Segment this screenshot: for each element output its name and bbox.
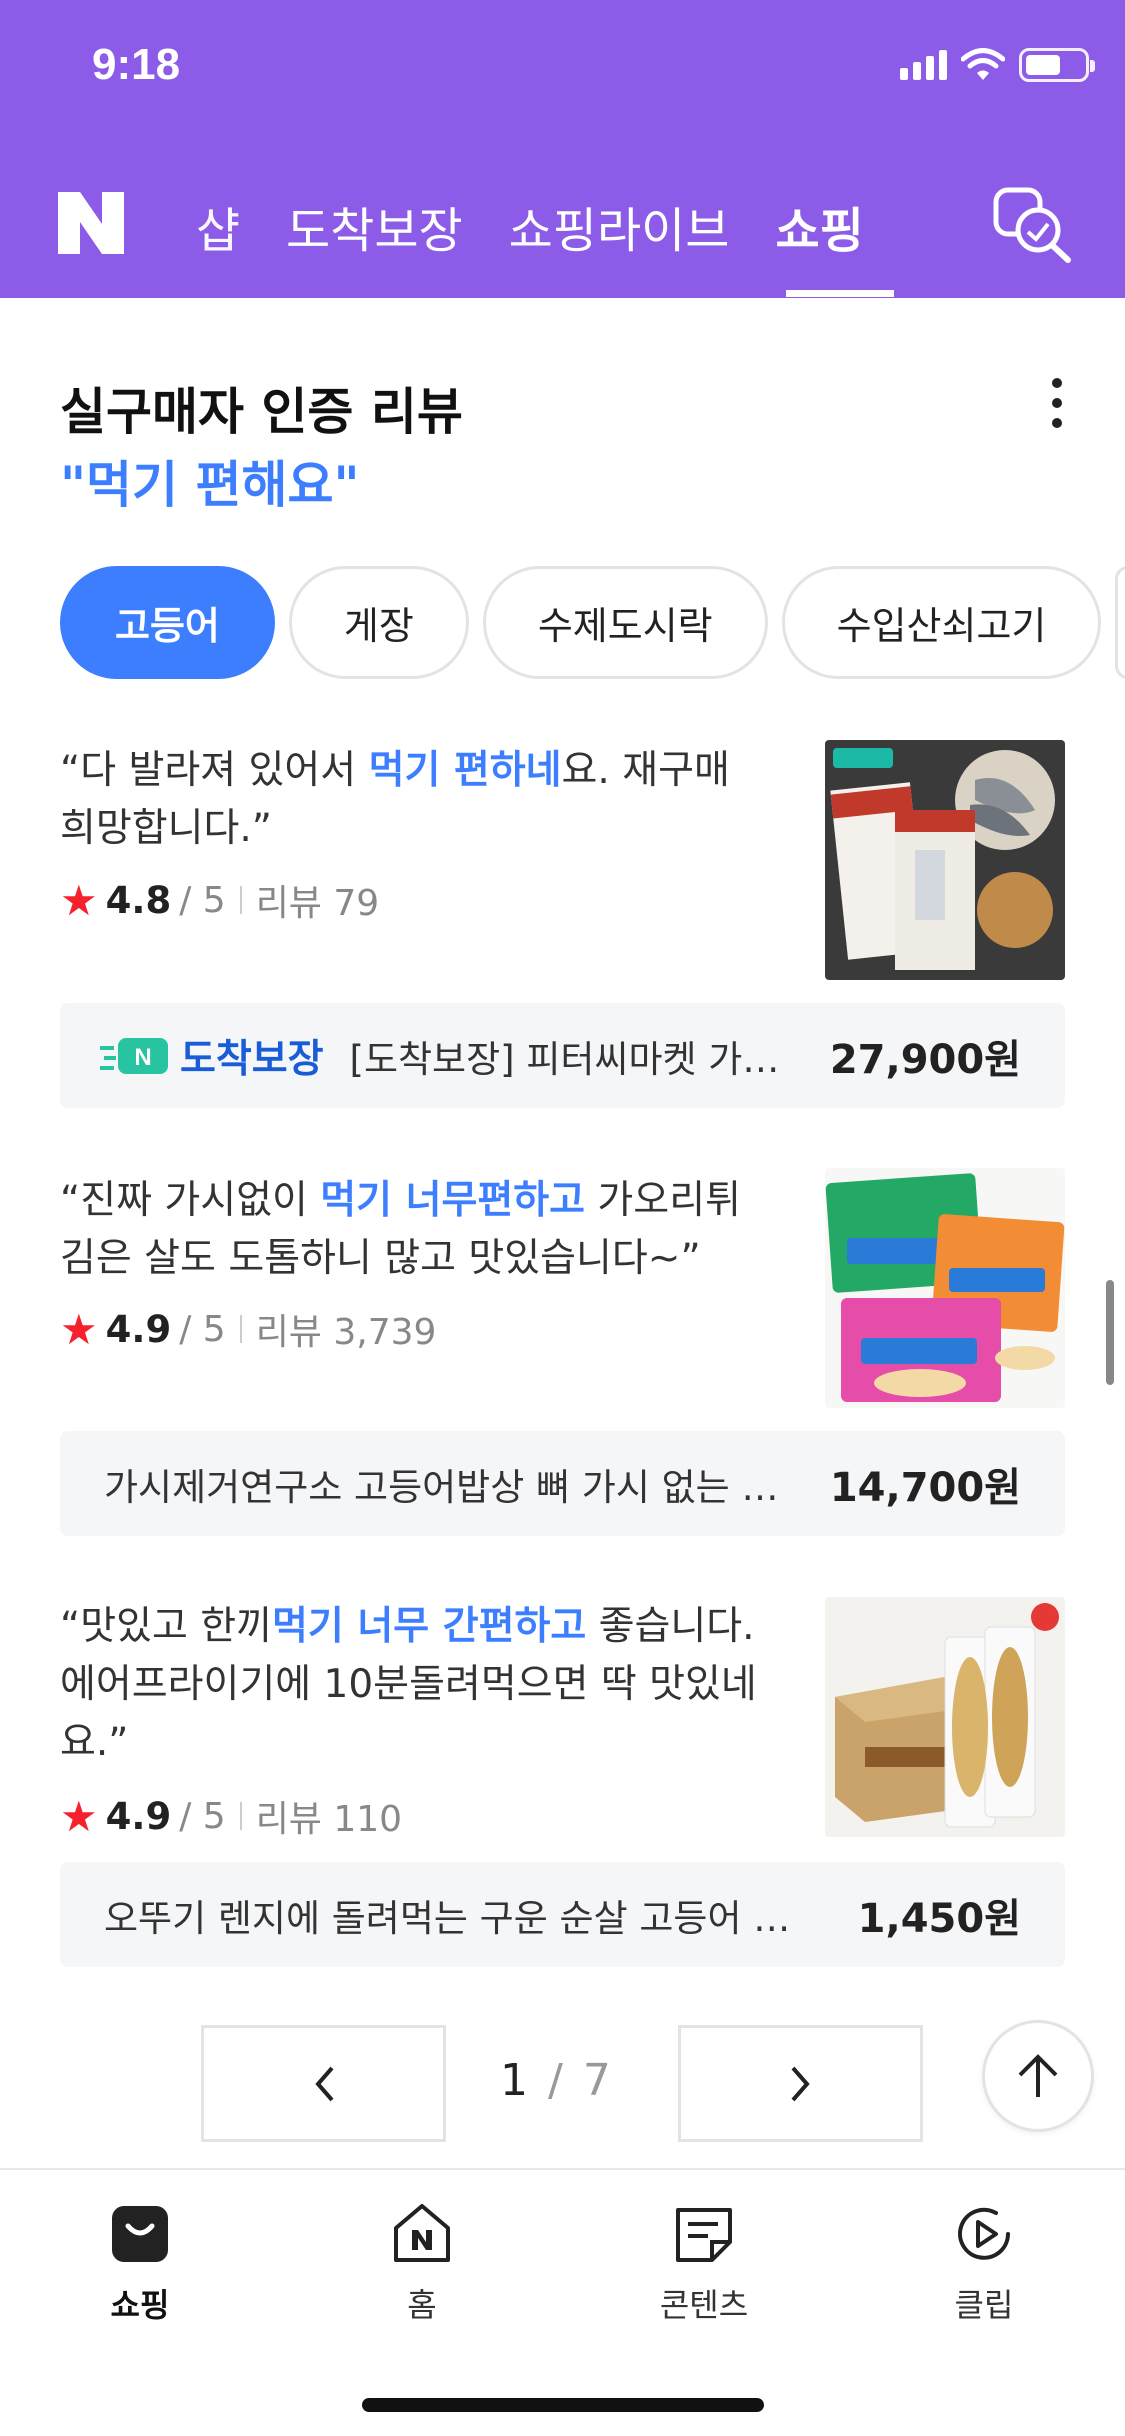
review-quote[interactable]: “다 발라져 있어서 먹기 편하네요. 재구매 희망합니다.”: [60, 742, 770, 858]
review-count: 리뷰 110: [255, 1799, 403, 1840]
tab-shopping-live[interactable]: 쇼핑라이브: [509, 191, 730, 261]
rating-max: / 5: [179, 1795, 226, 1837]
home-n-icon: [394, 2204, 450, 2262]
arrow-up-icon: [1018, 2054, 1058, 2097]
star-icon: ★: [60, 875, 98, 925]
rating-score: 4.9: [105, 1794, 172, 1838]
tab-arrival-guarantee[interactable]: 도착보장: [286, 191, 463, 261]
tab-bar-shopping[interactable]: 쇼핑: [60, 2202, 220, 2326]
total-pages: 7: [582, 2055, 611, 2106]
divider: [239, 886, 242, 914]
naver-n-logo[interactable]: [58, 192, 124, 254]
product-name: 오뚜기 렌지에 돌려먹는 구운 순살 고등어 구이: [104, 1896, 818, 1940]
quote-text: “다 발라져 있어서: [60, 748, 369, 793]
chip-crab[interactable]: 게장: [288, 566, 469, 679]
product-price: 14,700원: [829, 1464, 1021, 1511]
divider: [239, 1802, 242, 1830]
review-count: 리뷰 79: [255, 883, 380, 924]
quote-highlight: 먹기 너무편하고: [320, 1178, 586, 1223]
quote-text: “진짜 가시없이: [60, 1178, 321, 1223]
chevron-right-icon: [790, 2066, 810, 2101]
product-bar[interactable]: 가시제거연구소 고등어밥상 뼈 가시 없는 순살 고등어 14,700원: [60, 1431, 1065, 1536]
clip-play-icon: [958, 2207, 1010, 2260]
prev-page-button[interactable]: [201, 2025, 446, 2142]
chip-lunchbox[interactable]: 수제도시락: [482, 566, 768, 679]
rating-score: 4.9: [105, 1307, 172, 1351]
section-title: 실구매자 인증 리뷰: [60, 383, 463, 441]
star-icon: ★: [60, 1304, 98, 1354]
more-options-icon[interactable]: [1047, 378, 1067, 428]
section-subtitle: "먹기 편해요": [60, 456, 360, 514]
nav-tabs: 샵 도착보장 쇼핑라이브 쇼핑: [190, 186, 864, 266]
product-bar[interactable]: 오뚜기 렌지에 돌려먹는 구운 순살 고등어 구이 1,450원: [60, 1862, 1065, 1967]
product-name: 가시제거연구소 고등어밥상 뼈 가시 없는 순살 고등어: [104, 1465, 790, 1509]
chip-more-partial[interactable]: [1115, 566, 1125, 679]
review-quote[interactable]: “맛있고 한끼먹기 너무 간편하고 좋습니다. 에어프라이기에 10분돌려먹으면…: [60, 1598, 770, 1772]
top-nav: 샵 도착보장 쇼핑라이브 쇼핑: [0, 160, 1125, 297]
page-separator: /: [548, 2055, 563, 2106]
rating-row: ★ 4.9 / 5 리뷰 110: [60, 1790, 402, 1842]
product-thumbnail[interactable]: [825, 1597, 1065, 1837]
product-thumbnail[interactable]: [825, 1168, 1065, 1408]
rating-score: 4.8: [105, 878, 172, 922]
chip-mackerel[interactable]: 고등어: [60, 566, 275, 679]
app-header: 9:18 샵 도착보장 쇼핑라이브 쇼핑: [0, 0, 1125, 298]
product-thumbnail[interactable]: [825, 740, 1065, 980]
category-chips: 고등어 게장 수제도시락 수입산쇠고기: [60, 566, 1125, 679]
home-indicator: [362, 2398, 764, 2412]
product-price: 27,900원: [829, 1036, 1021, 1083]
chevron-left-icon: [314, 2066, 334, 2101]
chip-imported-beef[interactable]: 수입산쇠고기: [781, 566, 1102, 679]
page-indicator: 1 / 7: [500, 2055, 611, 2106]
current-page: 1: [500, 2055, 528, 2106]
rating-max: / 5: [179, 1308, 226, 1350]
badge-label: 도착보장: [180, 1036, 324, 1082]
scrollbar[interactable]: [1106, 1280, 1114, 1385]
rating-max: / 5: [179, 879, 226, 921]
tab-bar-label: 콘텐츠: [659, 2286, 749, 2324]
arrival-guarantee-badge: N 도착보장: [100, 1028, 324, 1084]
next-page-button[interactable]: [678, 2025, 923, 2142]
scroll-to-top-button[interactable]: [982, 2020, 1094, 2132]
quote-highlight: 먹기 너무 간편하고: [272, 1604, 587, 1649]
tab-bar-label: 쇼핑: [110, 2286, 170, 2324]
quote-highlight: 먹기 편하네: [368, 748, 562, 793]
product-price: 1,450원: [857, 1895, 1021, 1942]
bottom-tab-bar: 쇼핑 홈 콘텐츠 클립: [0, 2168, 1125, 2436]
lens-search-icon[interactable]: [990, 180, 1080, 270]
quote-text: “맛있고 한끼: [60, 1604, 273, 1649]
product-bar[interactable]: N 도착보장 [도착보장] 피터씨마켓 가시없는 순살 고등어 27,900원: [60, 1003, 1065, 1108]
divider: [239, 1315, 242, 1343]
review-quote[interactable]: “진짜 가시없이 먹기 너무편하고 가오리튀김은 살도 도톰하니 많고 맛있습니…: [60, 1172, 770, 1288]
contents-icon: [676, 2208, 732, 2262]
product-name: [도착보장] 피터씨마켓 가시없는 순살 고등어: [349, 1037, 790, 1081]
battery-icon: [1019, 48, 1095, 82]
delivery-truck-icon: N: [100, 1037, 168, 1074]
tab-bar-home[interactable]: 홈: [342, 2202, 502, 2326]
tab-bar-clip[interactable]: 클립: [904, 2202, 1064, 2326]
wifi-icon: [961, 48, 1005, 80]
active-tab-indicator: [786, 290, 894, 297]
tab-bar-label: 홈: [407, 2286, 437, 2324]
tab-bar-label: 클립: [954, 2286, 1014, 2324]
shopping-bag-icon: [112, 2206, 168, 2262]
svg-text:N: N: [134, 1044, 151, 1071]
tab-shopping[interactable]: 쇼핑: [775, 191, 863, 261]
status-icons: [900, 48, 1095, 82]
rating-row: ★ 4.8 / 5 리뷰 79: [60, 874, 379, 926]
tab-bar-contents[interactable]: 콘텐츠: [624, 2202, 784, 2326]
status-time: 9:18: [92, 40, 181, 89]
rating-row: ★ 4.9 / 5 리뷰 3,739: [60, 1303, 436, 1355]
star-icon: ★: [60, 1791, 98, 1841]
cellular-signal-icon: [900, 50, 947, 80]
review-count: 리뷰 3,739: [255, 1312, 437, 1353]
tab-shop-partial[interactable]: 샵: [190, 191, 240, 261]
